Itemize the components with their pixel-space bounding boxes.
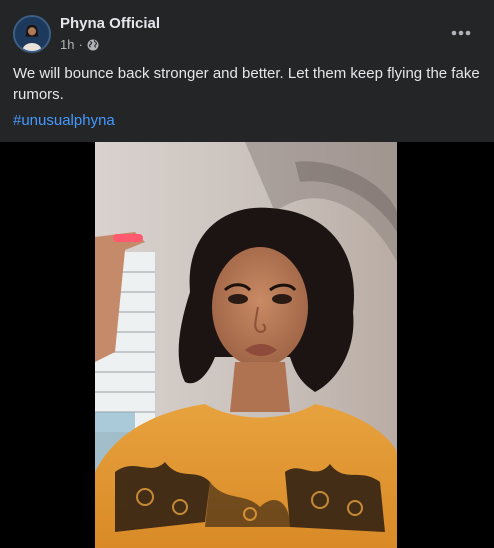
meta-separator: ·	[78, 37, 83, 52]
post-header: Phyna Official 1h · We will bounce back …	[0, 0, 494, 142]
author-avatar[interactable]	[13, 15, 51, 53]
author-name[interactable]: Phyna Official	[60, 15, 160, 33]
more-horizontal-icon	[451, 30, 471, 36]
globe-icon[interactable]	[87, 39, 99, 51]
post-meta: 1h ·	[60, 37, 99, 53]
video-frame	[95, 142, 397, 548]
post-timestamp[interactable]: 1h	[60, 37, 74, 53]
more-options-button[interactable]	[445, 20, 477, 46]
post-card: Phyna Official 1h · We will bounce back …	[0, 0, 494, 548]
avatar-image	[15, 17, 49, 51]
post-video[interactable]	[95, 142, 397, 548]
hashtag-link[interactable]: #unusualphyna	[13, 111, 115, 131]
post-text: We will bounce back stronger and better.…	[13, 65, 480, 103]
